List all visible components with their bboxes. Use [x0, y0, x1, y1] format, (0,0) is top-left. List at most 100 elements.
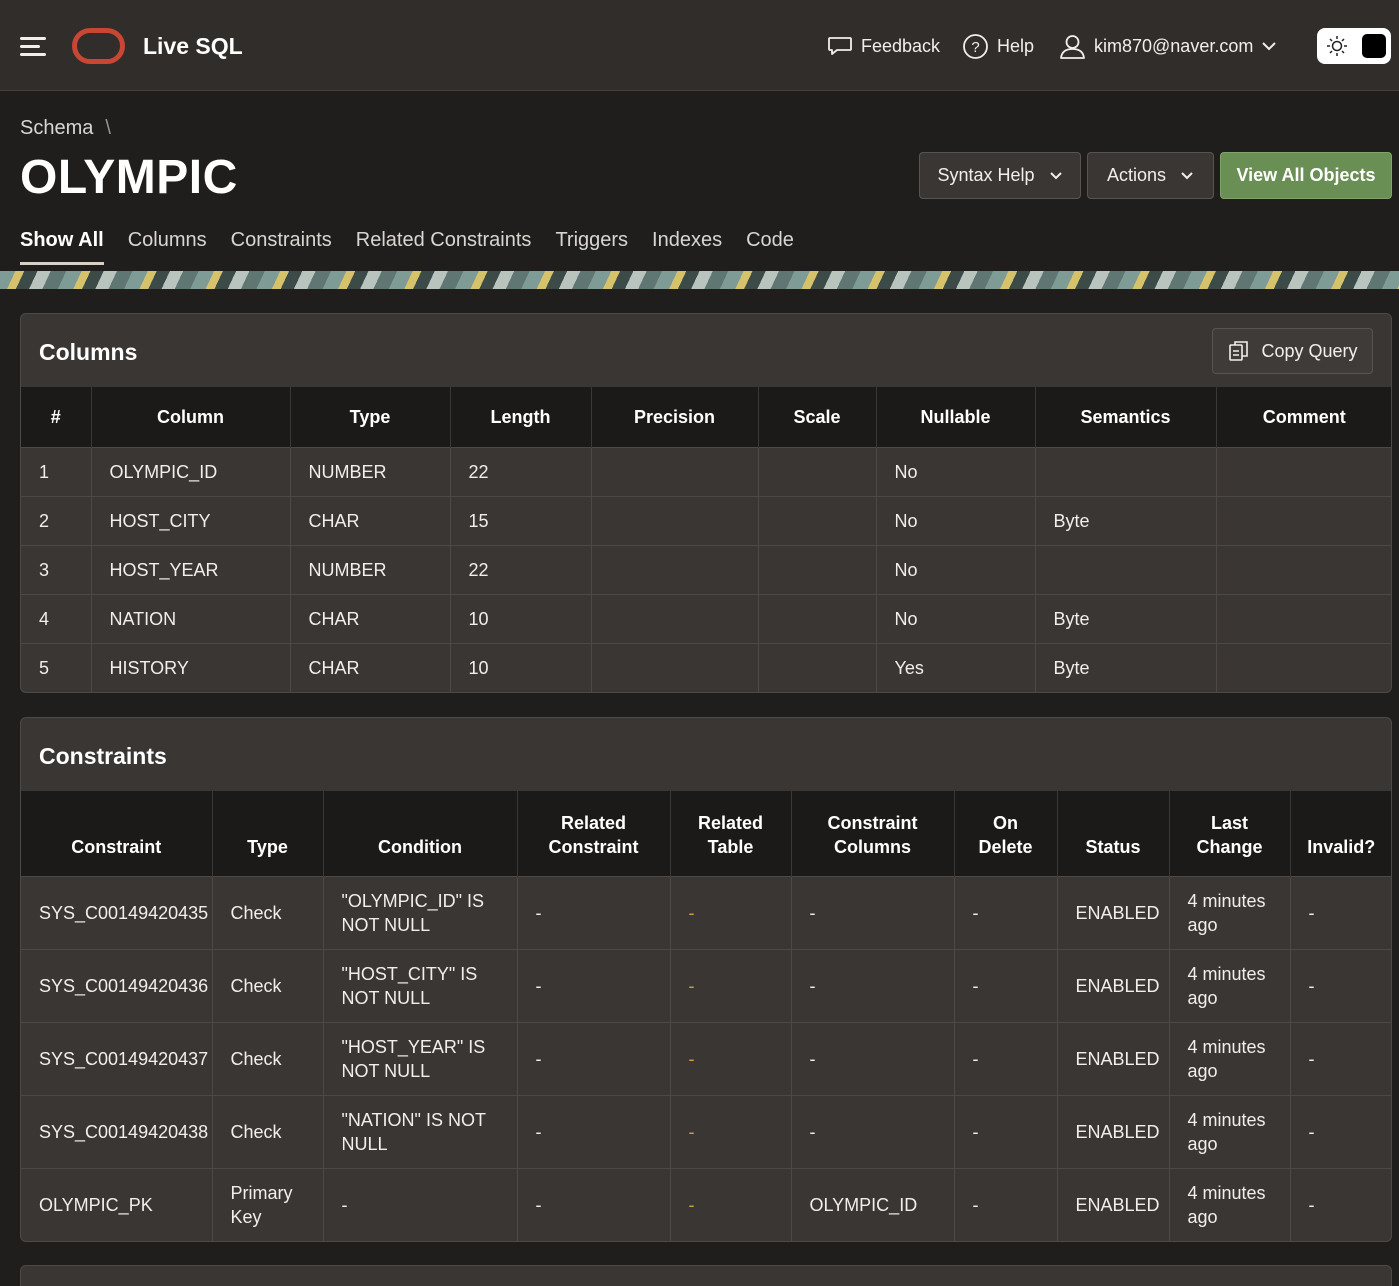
cell-line: - [972, 902, 979, 923]
table-cell: "OLYMPIC_ID" IS NOT NULL [323, 875, 518, 949]
constraint-column-header[interactable]: Related Table [670, 791, 792, 876]
table-cell[interactable]: - [670, 875, 792, 949]
actions-label: Actions [1106, 165, 1167, 185]
table-cell: 5 [21, 642, 92, 692]
table-cell [758, 544, 877, 594]
table-cell: Check [212, 875, 324, 949]
column-header[interactable]: Scale [758, 387, 877, 447]
user-menu[interactable]: kim870@naver.com [1059, 32, 1277, 60]
feedback-link[interactable]: Feedback [827, 32, 940, 60]
table-cell: 4 minutes ago [1169, 1167, 1291, 1241]
tab-code[interactable]: Code [746, 229, 794, 265]
header-line: Type [247, 836, 288, 857]
breadcrumb: Schema \ [20, 117, 111, 140]
cell-line: - [688, 1121, 695, 1142]
constraint-column-header[interactable]: Status [1057, 791, 1170, 876]
constraint-column-header[interactable]: Type [212, 791, 324, 876]
table-cell: 4 minutes ago [1169, 948, 1291, 1022]
constraint-column-header[interactable]: Invalid? [1290, 791, 1391, 876]
app-title[interactable]: Live SQL [143, 33, 243, 60]
constraint-column-header[interactable]: Constraint [21, 791, 213, 876]
cell-line: - [972, 1048, 979, 1069]
syntax-help-button[interactable]: Syntax Help [919, 152, 1081, 199]
constraint-column-header[interactable]: On Delete [954, 791, 1058, 876]
header-line: Status [1085, 836, 1141, 857]
table-cell: No [876, 544, 1036, 594]
table-cell: NUMBER [290, 544, 451, 594]
tab-constraints[interactable]: Constraints [231, 229, 332, 265]
header-line: Constraint [827, 812, 918, 833]
cell-line: SYS_C00149420435 [39, 902, 209, 923]
table-cell: - [1290, 1021, 1391, 1095]
table-cell [591, 544, 759, 594]
column-header[interactable]: Column [91, 387, 291, 447]
cell-line: - [1308, 902, 1315, 923]
cell-line: - [341, 1194, 348, 1215]
table-cell: CHAR [290, 642, 451, 692]
tab-columns[interactable]: Columns [128, 229, 207, 265]
cell-line: - [972, 975, 979, 996]
column-header[interactable]: Nullable [876, 387, 1036, 447]
cell-line: - [1308, 1048, 1315, 1069]
table-cell: CHAR [290, 593, 451, 643]
theme-toggle[interactable] [1317, 28, 1391, 64]
table-row: 3 HOST_YEAR NUMBER 22 No [21, 544, 1391, 594]
table-cell: - [1290, 1094, 1391, 1168]
cell-line: ENABLED [1075, 1194, 1160, 1215]
tab-related-constraints[interactable]: Related Constraints [356, 229, 532, 265]
column-header[interactable]: # [21, 387, 92, 447]
table-cell [1216, 593, 1391, 643]
hamburger-icon[interactable] [20, 34, 48, 58]
table-cell: "HOST_YEAR" IS NOT NULL [323, 1021, 518, 1095]
table-cell: NATION [91, 593, 291, 643]
table-cell[interactable]: - [670, 1094, 792, 1168]
cell-line: Check [230, 975, 282, 996]
table-cell [1216, 495, 1391, 545]
table-cell: - [517, 1167, 671, 1241]
oracle-logo[interactable] [72, 28, 125, 64]
column-header[interactable]: Comment [1216, 387, 1391, 447]
columns-panel: Columns Copy Query # Column Type Length … [20, 313, 1392, 693]
constraints-table: Constraint Type Condition Related Constraint… [21, 791, 1391, 1241]
header-line: Related [560, 812, 627, 833]
cell-line: - [688, 975, 695, 996]
copy-query-button[interactable]: Copy Query [1212, 328, 1373, 374]
tab-triggers[interactable]: Triggers [555, 229, 628, 265]
tab-show-all[interactable]: Show All [20, 229, 104, 265]
cell-line: - [972, 1194, 979, 1215]
top-bar: Live SQL Feedback ? Help kim870@naver.co… [0, 0, 1399, 91]
copy-icon [1229, 341, 1249, 361]
cell-line: 4 minutes [1187, 890, 1266, 911]
table-cell: CHAR [290, 495, 451, 545]
table-cell: ENABLED [1057, 1167, 1170, 1241]
table-row: 5 HISTORY CHAR 10 Yes Byte [21, 642, 1391, 692]
table-cell: - [954, 1021, 1058, 1095]
cell-line: NOT NULL [341, 987, 431, 1008]
table-cell[interactable]: - [670, 948, 792, 1022]
column-header[interactable]: Precision [591, 387, 759, 447]
table-cell: 4 minutes ago [1169, 875, 1291, 949]
chevron-down-icon [1181, 171, 1193, 179]
constraint-column-header[interactable]: Related Constraint [517, 791, 671, 876]
table-cell: SYS_C00149420435 [21, 875, 213, 949]
constraint-column-header[interactable]: Constraint Columns [791, 791, 955, 876]
table-cell: 4 minutes ago [1169, 1094, 1291, 1168]
view-all-objects-button[interactable]: View All Objects [1220, 152, 1392, 199]
help-link[interactable]: ? Help [962, 32, 1034, 60]
table-cell [758, 642, 877, 692]
column-header[interactable]: Type [290, 387, 451, 447]
breadcrumb-schema[interactable]: Schema [20, 117, 93, 140]
tab-indexes[interactable]: Indexes [652, 229, 722, 265]
constraint-column-header[interactable]: Last Change [1169, 791, 1291, 876]
table-cell: NUMBER [290, 446, 451, 496]
column-header[interactable]: Length [450, 387, 592, 447]
constraint-column-header[interactable]: Condition [323, 791, 518, 876]
actions-button[interactable]: Actions [1087, 152, 1214, 199]
table-cell[interactable]: - [670, 1021, 792, 1095]
columns-header-row: # Column Type Length Precision Scale Nul… [21, 387, 1391, 447]
table-cell: - [517, 948, 671, 1022]
table-cell[interactable]: - [670, 1167, 792, 1241]
table-cell: ENABLED [1057, 1094, 1170, 1168]
decorative-banner [0, 271, 1399, 289]
column-header[interactable]: Semantics [1035, 387, 1217, 447]
